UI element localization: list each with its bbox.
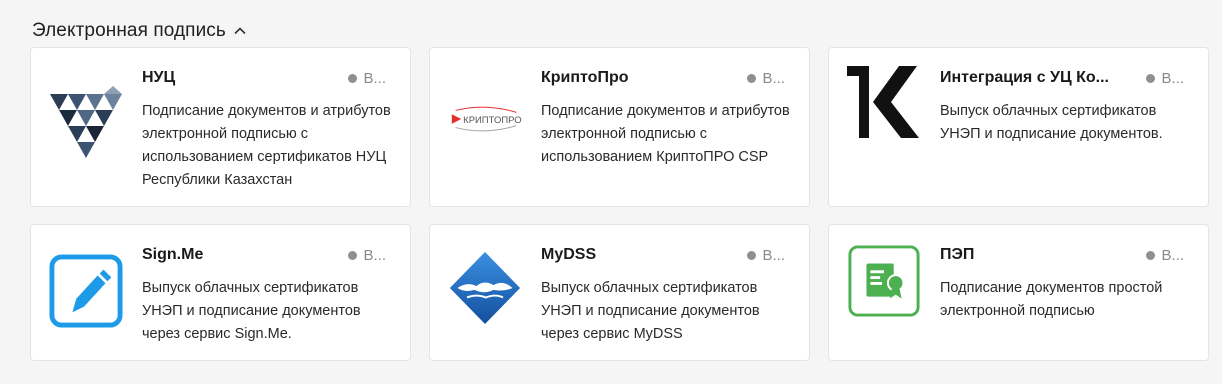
card-description: Подписание документов и атрибутов электр… (541, 103, 790, 165)
chevron-up-icon[interactable] (232, 23, 248, 39)
mydss-logo-icon (448, 251, 522, 325)
status-label: В... (762, 70, 785, 87)
card-description: Выпуск облачных сертификатов УНЭП и подп… (142, 280, 361, 342)
card-cryptopro[interactable]: КРИПТОПРО КриптоПро В... Подписание доку… (429, 47, 810, 207)
svg-text:КРИПТОПРО: КРИПТОПРО (463, 115, 521, 126)
k-logo-icon (847, 65, 921, 139)
card-mydss[interactable]: MyDSS В... Выпуск облачных сертификатов … (429, 224, 810, 361)
status-dot (747, 74, 757, 83)
card-title: Интеграция с УЦ Ко... (940, 69, 1109, 86)
status-indicator: В... (747, 70, 785, 87)
card-description: Выпуск облачных сертификатов УНЭП и подп… (541, 280, 760, 342)
status-label: В... (363, 247, 386, 264)
cryptopro-logo-icon: КРИПТОПРО (448, 82, 522, 156)
card-signme[interactable]: Sign.Me В... Выпуск облачных сертификато… (30, 224, 411, 361)
status-indicator: В... (1146, 70, 1184, 87)
status-dot (747, 251, 757, 260)
status-dot (1146, 251, 1156, 260)
card-pep[interactable]: ПЭП В... Подписание документов простой э… (828, 224, 1209, 361)
status-indicator: В... (348, 247, 386, 264)
card-title: MyDSS (541, 246, 597, 263)
card-description: Подписание документов и атрибутов электр… (142, 103, 391, 188)
status-label: В... (363, 70, 386, 87)
card-title: Sign.Me (142, 246, 204, 263)
status-indicator: В... (747, 247, 785, 264)
card-description: Выпуск облачных сертификатов УНЭП и подп… (940, 103, 1163, 142)
card-title: КриптоПро (541, 69, 629, 86)
status-dot (1146, 74, 1156, 83)
status-dot (348, 74, 358, 83)
status-label: В... (1161, 70, 1184, 87)
nuc-logo-icon (49, 86, 123, 162)
status-indicator: В... (1146, 247, 1184, 264)
status-label: В... (762, 247, 785, 264)
signme-logo-icon (49, 254, 123, 328)
status-dot (348, 251, 358, 260)
section-title: Электронная подпись (32, 20, 226, 41)
card-title: НУЦ (142, 69, 176, 86)
section-header-electronic-signature[interactable]: Электронная подпись (32, 20, 248, 42)
card-nuc[interactable]: НУЦ В... Подписание документов и атрибут… (30, 47, 411, 207)
pep-certificate-icon (847, 244, 921, 318)
card-description: Подписание документов простой электронно… (940, 280, 1163, 319)
status-label: В... (1161, 247, 1184, 264)
status-indicator: В... (348, 70, 386, 87)
card-title: ПЭП (940, 246, 975, 263)
card-uc-integration[interactable]: Интеграция с УЦ Ко... В... Выпуск облачн… (828, 47, 1209, 207)
